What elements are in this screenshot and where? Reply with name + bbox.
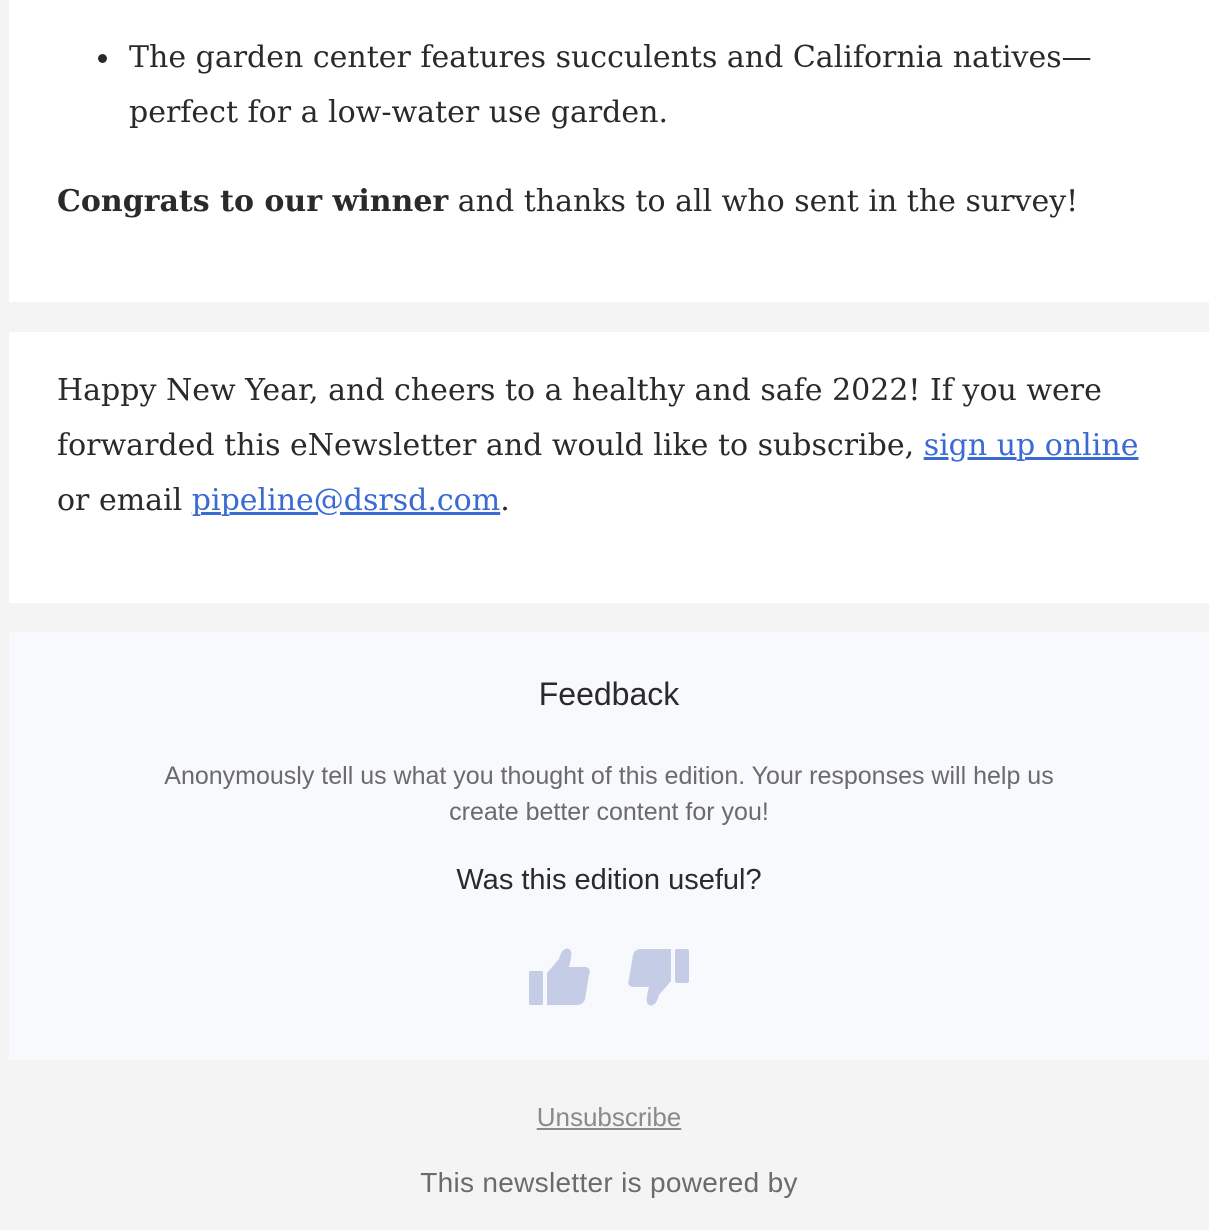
feedback-description: Anonymously tell us what you thought of … bbox=[164, 762, 1054, 826]
thumbs-up-button[interactable] bbox=[527, 940, 591, 1014]
closing-text-3: . bbox=[500, 483, 510, 518]
signup-link[interactable]: sign up online bbox=[924, 428, 1139, 463]
closing-paragraph: Happy New Year, and cheers to a healthy … bbox=[57, 363, 1177, 528]
list-item: The garden center features succulents an… bbox=[98, 30, 1109, 140]
bullet-list: The garden center features succulents an… bbox=[98, 30, 1109, 140]
thumbs-up-icon bbox=[529, 948, 590, 1005]
congrats-text: and thanks to all who sent in the survey… bbox=[448, 184, 1079, 219]
email-link[interactable]: pipeline@dsrsd.com bbox=[192, 483, 500, 518]
footer-unsubscribe: Unsubscribe bbox=[9, 1102, 1209, 1133]
article-card: The garden center features succulents an… bbox=[9, 0, 1209, 302]
footer-powered-by: This newsletter is powered by bbox=[420, 1167, 798, 1198]
thumbs-down-icon bbox=[628, 949, 689, 1006]
unsubscribe-link[interactable]: Unsubscribe bbox=[537, 1102, 682, 1132]
feedback-thumbs bbox=[9, 940, 1209, 1014]
thumbs-down-button[interactable] bbox=[627, 940, 691, 1014]
closing-text-2: or email bbox=[57, 483, 192, 518]
closing-card: Happy New Year, and cheers to a healthy … bbox=[9, 332, 1209, 603]
newsletter-page: The garden center features succulents an… bbox=[0, 0, 1209, 1230]
feedback-question: Was this edition useful? bbox=[456, 864, 762, 896]
congrats-bold-text: Congrats to our winner bbox=[57, 184, 449, 219]
congrats-paragraph: Congrats to our winner and thanks to all… bbox=[57, 174, 1177, 229]
feedback-card: Feedback Anonymously tell us what you th… bbox=[9, 632, 1209, 1060]
bullet-text: The garden center features succulents an… bbox=[129, 40, 1092, 130]
feedback-title: Feedback bbox=[538, 676, 680, 712]
bullet-dot bbox=[98, 54, 107, 63]
